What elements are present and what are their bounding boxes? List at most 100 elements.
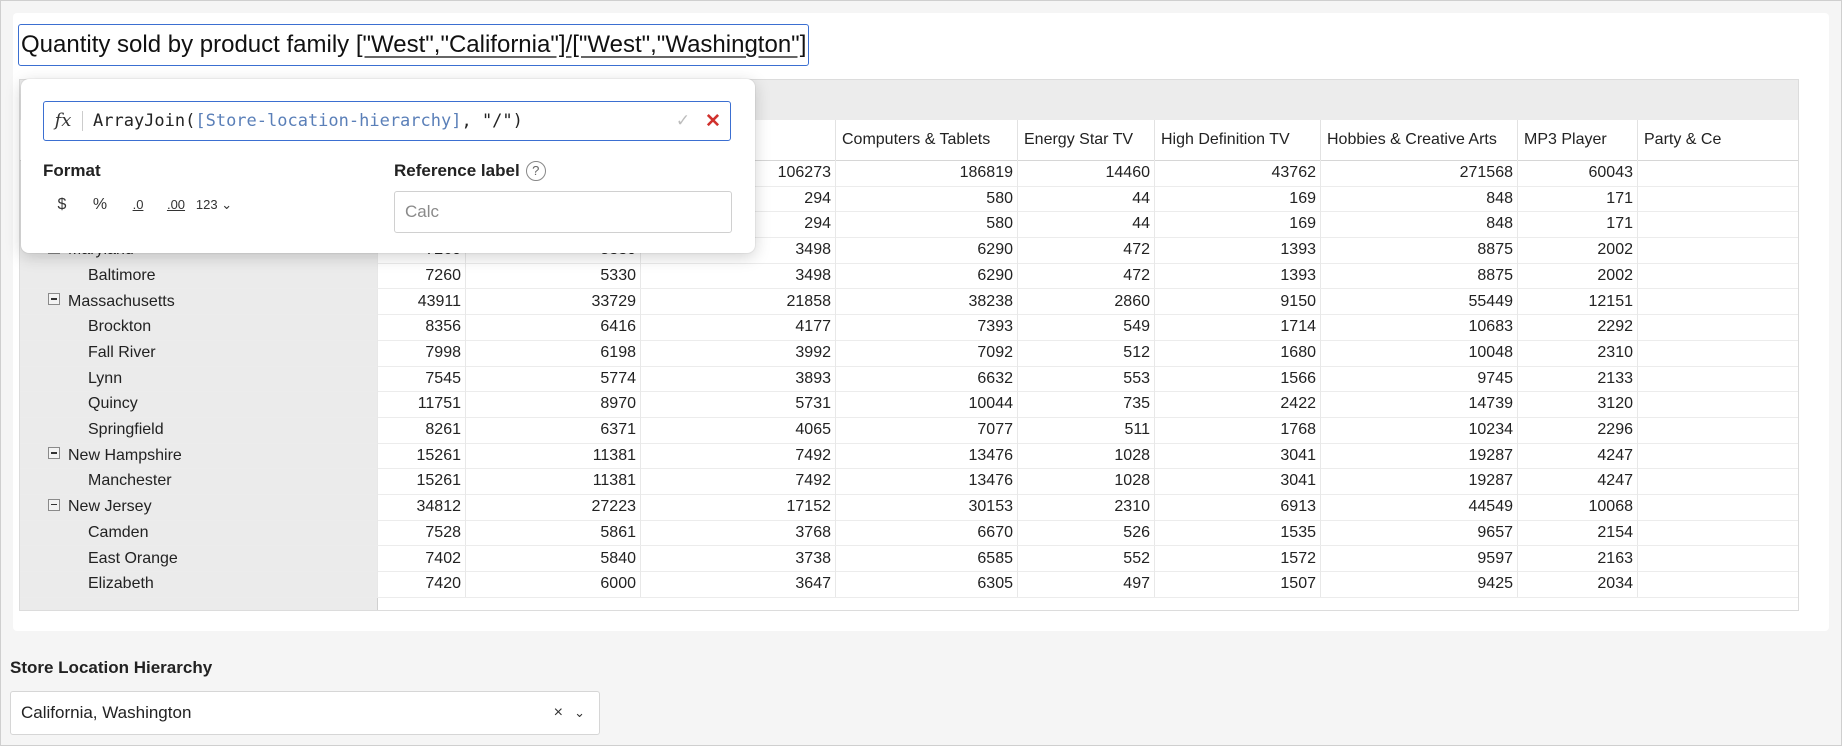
- table-cell[interactable]: 271568: [1320, 160, 1517, 186]
- help-icon[interactable]: ?: [525, 161, 546, 181]
- formula-bar[interactable]: fx ArrayJoin([Store-location-hierarchy],…: [43, 101, 731, 141]
- table-cell[interactable]: 3738: [640, 545, 835, 572]
- table-cell[interactable]: 43911: [377, 288, 465, 315]
- table-cell[interactable]: 6632: [835, 365, 1017, 392]
- table-cell[interactable]: 10234: [1320, 417, 1517, 443]
- table-cell[interactable]: 60043: [1517, 160, 1637, 186]
- table-cell[interactable]: 8356: [377, 314, 465, 340]
- table-cell[interactable]: 472: [1017, 262, 1154, 289]
- clear-icon[interactable]: ×: [554, 692, 563, 734]
- table-cell[interactable]: 9597: [1320, 545, 1517, 572]
- table-cell[interactable]: 30153: [835, 494, 1017, 520]
- table-cell[interactable]: 526: [1017, 519, 1154, 546]
- table-cell[interactable]: 2154: [1517, 519, 1637, 546]
- table-cell[interactable]: [1637, 237, 1798, 263]
- column-header[interactable]: High Definition TV: [1154, 120, 1320, 160]
- table-cell[interactable]: 497: [1017, 571, 1154, 597]
- table-cell[interactable]: 7393: [835, 314, 1017, 340]
- table-cell[interactable]: 15261: [377, 468, 465, 495]
- table-cell[interactable]: 21858: [640, 288, 835, 315]
- table-cell[interactable]: [1637, 545, 1798, 572]
- percent-format-icon[interactable]: %: [81, 193, 119, 217]
- table-cell[interactable]: 848: [1320, 211, 1517, 238]
- table-cell[interactable]: 8875: [1320, 262, 1517, 289]
- table-cell[interactable]: 7260: [377, 262, 465, 289]
- column-header[interactable]: Energy Star TV: [1017, 120, 1154, 160]
- table-cell[interactable]: [1637, 442, 1798, 469]
- table-cell[interactable]: 6585: [835, 545, 1017, 572]
- table-cell[interactable]: 848: [1320, 185, 1517, 212]
- table-cell[interactable]: 3647: [640, 571, 835, 597]
- table-cell[interactable]: 171: [1517, 185, 1637, 212]
- table-cell[interactable]: 10068: [1517, 494, 1637, 520]
- table-cell[interactable]: 8261: [377, 417, 465, 443]
- table-cell[interactable]: [1637, 160, 1798, 186]
- table-cell[interactable]: 1680: [1154, 339, 1320, 366]
- table-cell[interactable]: 19287: [1320, 442, 1517, 469]
- column-header[interactable]: Hobbies & Creative Arts: [1320, 120, 1517, 160]
- table-cell[interactable]: 14460: [1017, 160, 1154, 186]
- table-cell[interactable]: 1393: [1154, 237, 1320, 263]
- table-cell[interactable]: 34812: [377, 494, 465, 520]
- table-cell[interactable]: 169: [1154, 211, 1320, 238]
- table-cell[interactable]: 44: [1017, 185, 1154, 212]
- table-cell[interactable]: 1768: [1154, 417, 1320, 443]
- table-cell[interactable]: 3120: [1517, 391, 1637, 417]
- table-cell[interactable]: 14739: [1320, 391, 1517, 417]
- table-cell[interactable]: 3893: [640, 365, 835, 392]
- table-cell[interactable]: 5774: [465, 365, 640, 392]
- number-format-dropdown-icon[interactable]: 123 ⌄: [195, 193, 233, 217]
- table-cell[interactable]: 11381: [465, 468, 640, 495]
- table-cell[interactable]: 4177: [640, 314, 835, 340]
- table-cell[interactable]: 2133: [1517, 365, 1637, 392]
- table-cell[interactable]: 12151: [1517, 288, 1637, 315]
- table-cell[interactable]: 7492: [640, 442, 835, 469]
- table-cell[interactable]: 55449: [1320, 288, 1517, 315]
- table-cell[interactable]: 2310: [1017, 494, 1154, 520]
- table-cell[interactable]: 10683: [1320, 314, 1517, 340]
- table-cell[interactable]: 27223: [465, 494, 640, 520]
- store-location-hierarchy-control[interactable]: California, Washington × ⌄: [10, 691, 600, 735]
- table-cell[interactable]: 9657: [1320, 519, 1517, 546]
- table-cell[interactable]: 38238: [835, 288, 1017, 315]
- table-cell[interactable]: 1028: [1017, 442, 1154, 469]
- table-cell[interactable]: 5330: [465, 262, 640, 289]
- table-cell[interactable]: 1714: [1154, 314, 1320, 340]
- table-cell[interactable]: 8970: [465, 391, 640, 417]
- row-group-header[interactable]: New Hampshire: [20, 443, 377, 469]
- decrease-decimals-icon[interactable]: .0: [119, 193, 157, 217]
- table-cell[interactable]: 17152: [640, 494, 835, 520]
- table-cell[interactable]: [1637, 365, 1798, 392]
- table-cell[interactable]: 2002: [1517, 237, 1637, 263]
- table-cell[interactable]: [1637, 468, 1798, 495]
- table-cell[interactable]: 6290: [835, 237, 1017, 263]
- table-cell[interactable]: 5731: [640, 391, 835, 417]
- table-cell[interactable]: 186819: [835, 160, 1017, 186]
- collapse-minus-icon[interactable]: [48, 447, 60, 460]
- column-header[interactable]: Party & Ce: [1637, 120, 1798, 160]
- table-cell[interactable]: 13476: [835, 442, 1017, 469]
- table-cell[interactable]: 1572: [1154, 545, 1320, 572]
- table-cell[interactable]: 735: [1017, 391, 1154, 417]
- table-cell[interactable]: 4247: [1517, 468, 1637, 495]
- element-title-input[interactable]: Quantity sold by product family ["West",…: [18, 24, 810, 66]
- table-cell[interactable]: 43762: [1154, 160, 1320, 186]
- table-cell[interactable]: 5840: [465, 545, 640, 572]
- table-cell[interactable]: 549: [1017, 314, 1154, 340]
- table-cell[interactable]: [1637, 391, 1798, 417]
- currency-format-icon[interactable]: $: [43, 193, 81, 217]
- table-cell[interactable]: 10044: [835, 391, 1017, 417]
- table-cell[interactable]: [1637, 571, 1798, 597]
- table-cell[interactable]: 1393: [1154, 262, 1320, 289]
- table-cell[interactable]: 3041: [1154, 442, 1320, 469]
- table-cell[interactable]: 511: [1017, 417, 1154, 443]
- table-cell[interactable]: 3041: [1154, 468, 1320, 495]
- table-cell[interactable]: [1637, 262, 1798, 289]
- table-cell[interactable]: [1637, 417, 1798, 443]
- table-cell[interactable]: 4065: [640, 417, 835, 443]
- table-cell[interactable]: 552: [1017, 545, 1154, 572]
- table-cell[interactable]: 9150: [1154, 288, 1320, 315]
- table-cell[interactable]: 472: [1017, 237, 1154, 263]
- table-cell[interactable]: 4247: [1517, 442, 1637, 469]
- table-cell[interactable]: 19287: [1320, 468, 1517, 495]
